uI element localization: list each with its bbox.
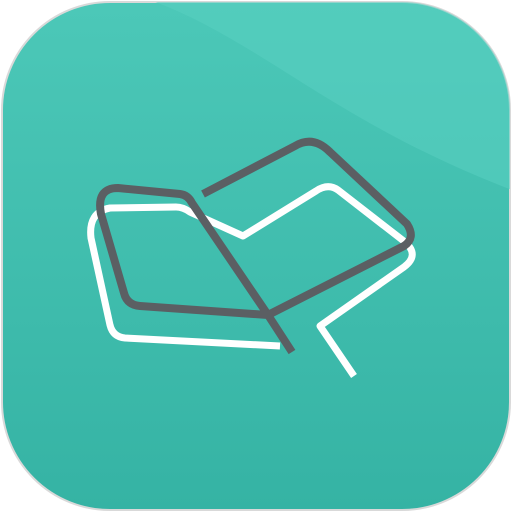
app-icon-canvas [0,0,512,512]
app-icon[interactable] [0,0,512,512]
